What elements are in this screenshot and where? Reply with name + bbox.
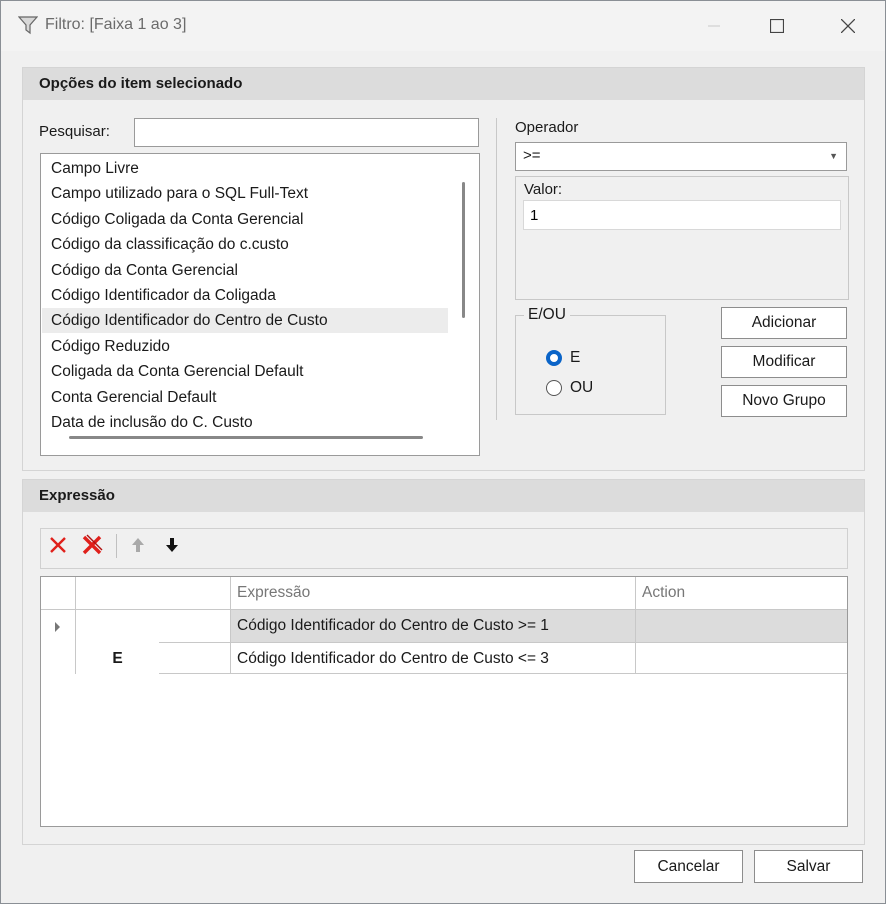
- close-button[interactable]: [825, 1, 871, 51]
- minimize-button[interactable]: [691, 1, 737, 51]
- value-input[interactable]: [523, 200, 841, 230]
- row-expression[interactable]: Código Identificador do Centro de Custo …: [231, 643, 636, 674]
- logic-fieldset: E/OU E OU: [515, 306, 666, 415]
- field-list-item[interactable]: Código Identificador da Coligada: [42, 283, 448, 308]
- row-group-cell[interactable]: [159, 610, 231, 643]
- row-pointer-icon: [55, 622, 60, 632]
- delete-icon[interactable]: [47, 533, 69, 557]
- arrow-up-icon[interactable]: [127, 533, 149, 557]
- close-icon: [841, 19, 855, 33]
- field-list-item[interactable]: Campo Livre: [42, 156, 448, 181]
- field-list-item[interactable]: Data de inclusão do C. Custo: [42, 410, 448, 435]
- row-indicator[interactable]: [41, 643, 76, 674]
- row-connector: E: [112, 650, 123, 667]
- save-button[interactable]: Salvar: [754, 850, 863, 883]
- field-list-item[interactable]: Conta Gerencial Default: [42, 385, 448, 410]
- radio-e-label: E: [570, 349, 581, 366]
- operator-value: >=: [523, 147, 541, 164]
- row-expression[interactable]: Código Identificador do Centro de Custo …: [231, 610, 636, 643]
- row-group-cell[interactable]: [159, 643, 231, 674]
- grid-connector-header: [76, 577, 231, 610]
- field-list-horizontal-scrollbar[interactable]: [69, 436, 423, 439]
- filter-dialog: Filtro: [Faixa 1 ao 3] Opções do item se…: [0, 0, 886, 904]
- radio-ou[interactable]: OU: [546, 379, 593, 397]
- value-label: Valor:: [524, 181, 563, 198]
- options-group-header: Opções do item selecionado: [23, 68, 864, 100]
- operator-select[interactable]: >= ▼: [515, 142, 847, 171]
- field-list-item[interactable]: Código Reduzido: [42, 334, 448, 359]
- new-group-button[interactable]: Novo Grupo: [721, 385, 847, 417]
- maximize-button[interactable]: [754, 1, 800, 51]
- modify-button[interactable]: Modificar: [721, 346, 847, 378]
- field-list-item[interactable]: Código da classificação do c.custo: [42, 232, 448, 257]
- radio-ou-indicator[interactable]: [546, 380, 562, 396]
- options-group: Opções do item selecionado Pesquisar: Ca…: [22, 67, 865, 471]
- cancel-button[interactable]: Cancelar: [634, 850, 743, 883]
- title-bar: Filtro: [Faixa 1 ao 3]: [1, 1, 885, 51]
- field-list-item[interactable]: Código da Conta Gerencial: [42, 258, 448, 283]
- field-list[interactable]: Campo Livre Campo utilizado para o SQL Fu…: [40, 153, 480, 456]
- expression-group: Expressão Expressão Action Código Identi…: [22, 479, 865, 845]
- filter-icon: [18, 16, 38, 35]
- field-list-item[interactable]: Coligada da Conta Gerencial Default: [42, 359, 448, 384]
- delete-all-icon[interactable]: [81, 533, 103, 557]
- radio-e[interactable]: E: [546, 349, 580, 367]
- window-title: Filtro: [Faixa 1 ao 3]: [45, 16, 187, 33]
- expression-grid: Expressão Action Código Identificador do…: [40, 576, 848, 827]
- grid-corner-header: [41, 577, 76, 610]
- radio-ou-label: OU: [570, 379, 594, 396]
- vertical-divider: [496, 118, 497, 420]
- search-label: Pesquisar:: [39, 123, 110, 140]
- field-list-item[interactable]: Código Coligada da Conta Gerencial: [42, 207, 448, 232]
- row-action[interactable]: [636, 610, 847, 643]
- arrow-down-icon[interactable]: [161, 533, 183, 557]
- chevron-down-icon: ▼: [829, 151, 838, 161]
- row-indicator[interactable]: [41, 610, 76, 643]
- value-panel: Valor:: [515, 176, 849, 300]
- expression-group-header: Expressão: [23, 480, 864, 512]
- field-list-vertical-scrollbar[interactable]: [462, 182, 465, 318]
- row-action[interactable]: [636, 643, 847, 674]
- column-header-expression[interactable]: Expressão: [231, 577, 636, 610]
- search-input[interactable]: [134, 118, 479, 147]
- field-list-item[interactable]: Campo utilizado para o SQL Full-Text: [42, 181, 448, 206]
- radio-e-indicator[interactable]: [546, 350, 562, 366]
- operator-label: Operador: [515, 119, 579, 136]
- field-list-item[interactable]: Código Identificador do Centro de Custo: [42, 308, 448, 334]
- logic-legend: E/OU: [524, 306, 570, 324]
- column-header-action[interactable]: Action: [636, 577, 847, 610]
- toolbar-separator: [116, 534, 117, 558]
- add-button[interactable]: Adicionar: [721, 307, 847, 339]
- expression-toolbar: [40, 528, 848, 569]
